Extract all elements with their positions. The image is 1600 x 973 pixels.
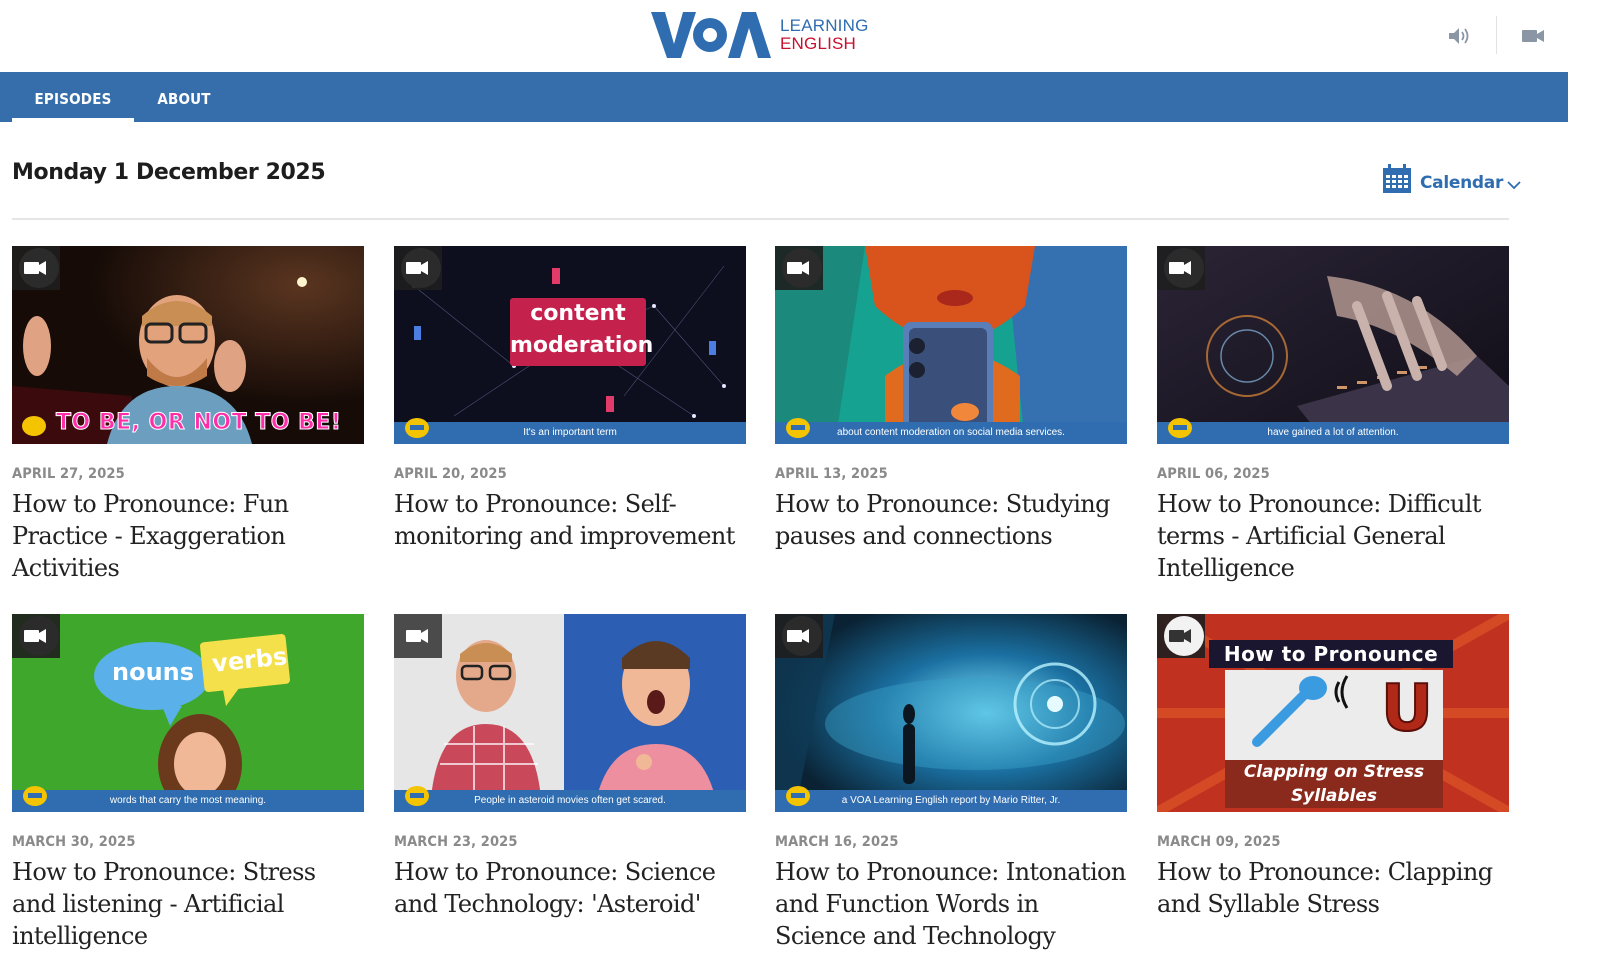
- episode-card[interactable]: How to Pronounce U Clapping on Stress Sy…: [1157, 614, 1509, 920]
- episode-thumbnail[interactable]: a VOA Learning English report by Mario R…: [775, 614, 1127, 812]
- thumbnail-overlay-text: Clapping on Stress Syllables: [1225, 760, 1443, 808]
- episode-date: APRIL 20, 2025: [394, 466, 507, 482]
- episode-title-link[interactable]: How to Pronounce: Intonation and Functio…: [775, 856, 1127, 952]
- episode-card[interactable]: TO BE, OR NOT TO BE! APRIL 27, 2025 How …: [12, 246, 364, 584]
- thumbnail-overlay-text: content moderation: [510, 298, 654, 362]
- date-heading: Monday 1 December 2025: [12, 160, 326, 185]
- logo-line-english: ENGLISH: [780, 34, 857, 53]
- episode-title-link[interactable]: How to Pronounce: Studying pauses and co…: [775, 488, 1127, 552]
- episode-thumbnail[interactable]: How to Pronounce U Clapping on Stress Sy…: [1157, 614, 1509, 812]
- overlay-line-2: Syllables: [1290, 786, 1378, 806]
- thumbnail-overlay-text: How to Pronounce: [1223, 642, 1439, 666]
- episode-title-link[interactable]: How to Pronounce: Stress and listening -…: [12, 856, 364, 952]
- episode-thumbnail[interactable]: nouns verbs words that carry the most me…: [12, 614, 364, 812]
- episode-card[interactable]: People in asteroid movies often get scar…: [394, 614, 746, 920]
- episode-card[interactable]: a VOA Learning English report by Mario R…: [775, 614, 1127, 952]
- episode-title-link[interactable]: How to Pronounce: Science and Technology…: [394, 856, 746, 920]
- video-camera-icon: [12, 614, 60, 658]
- video-camera-icon: [394, 614, 442, 658]
- thumbnail-letter: U: [1380, 671, 1434, 747]
- tab-about[interactable]: ABOUT: [146, 72, 222, 122]
- episode-title-link[interactable]: How to Pronounce: Self-monitoring and im…: [394, 488, 746, 552]
- video-caption-bar: a VOA Learning English report by Mario R…: [775, 790, 1127, 812]
- video-camera-icon: [12, 246, 60, 290]
- episode-thumbnail[interactable]: have gained a lot of attention.: [1157, 246, 1509, 444]
- overlay-line-1: content: [530, 301, 626, 326]
- episode-date: MARCH 23, 2025: [394, 834, 518, 850]
- episode-thumbnail[interactable]: People in asteroid movies often get scar…: [394, 614, 746, 812]
- tab-episodes-label: EPISODES: [34, 90, 112, 108]
- video-caption-bar: about content moderation on social media…: [775, 422, 1127, 444]
- episode-card[interactable]: nouns verbs words that carry the most me…: [12, 614, 364, 952]
- episode-title-link[interactable]: How to Pronounce: Fun Practice - Exagger…: [12, 488, 364, 584]
- voa-learning-english-badge-icon: [786, 418, 810, 438]
- page-right-gutter: [1568, 72, 1600, 973]
- section-nav: EPISODES ABOUT: [0, 72, 1568, 122]
- episode-date: APRIL 06, 2025: [1157, 466, 1270, 482]
- calendar-dropdown[interactable]: Calendar: [1382, 160, 1521, 194]
- voa-logo-mark: [651, 12, 771, 58]
- video-caption-bar: People in asteroid movies often get scar…: [394, 790, 746, 812]
- overlay-line-2: moderation: [510, 333, 654, 358]
- voa-learning-english-badge-icon: [1168, 418, 1192, 438]
- thumbnail-overlay-text: nouns: [112, 658, 195, 686]
- episode-thumbnail[interactable]: content moderation It's an important ter…: [394, 246, 746, 444]
- episode-thumbnail[interactable]: TO BE, OR NOT TO BE!: [12, 246, 364, 444]
- tab-episodes[interactable]: EPISODES: [12, 72, 134, 122]
- calendar-label: Calendar: [1420, 173, 1504, 193]
- episode-date: APRIL 27, 2025: [12, 466, 125, 482]
- video-camera-icon[interactable]: [1520, 25, 1548, 47]
- video-camera-icon: [775, 246, 823, 290]
- speaker-icon[interactable]: [1446, 24, 1472, 48]
- episode-date: APRIL 13, 2025: [775, 466, 888, 482]
- episode-date: MARCH 30, 2025: [12, 834, 136, 850]
- logo-line-learning: LEARNING: [780, 16, 869, 35]
- video-caption-bar: It's an important term: [394, 422, 746, 444]
- video-camera-icon: [1157, 614, 1205, 658]
- episode-title-link[interactable]: How to Pronounce: Clapping and Syllable …: [1157, 856, 1509, 920]
- episode-thumbnail[interactable]: about content moderation on social media…: [775, 246, 1127, 444]
- video-camera-icon: [1157, 246, 1205, 290]
- tab-about-label: ABOUT: [157, 90, 211, 108]
- video-camera-icon: [775, 614, 823, 658]
- logo-wordmark: LEARNING ENGLISH: [780, 17, 869, 53]
- overlay-line-1: Clapping on Stress: [1243, 762, 1425, 782]
- episode-date: MARCH 09, 2025: [1157, 834, 1281, 850]
- video-camera-icon: [394, 246, 442, 290]
- voa-learning-english-logo[interactable]: LEARNING ENGLISH: [651, 10, 869, 60]
- thumbnail-overlay-text: TO BE, OR NOT TO BE!: [55, 410, 342, 436]
- episode-card[interactable]: have gained a lot of attention. APRIL 06…: [1157, 246, 1509, 584]
- episode-title-link[interactable]: How to Pronounce: Difficult terms - Arti…: [1157, 488, 1509, 584]
- episode-card[interactable]: about content moderation on social media…: [775, 246, 1127, 552]
- episode-date: MARCH 16, 2025: [775, 834, 899, 850]
- chevron-down-icon: [1507, 181, 1521, 190]
- video-caption-bar: words that carry the most meaning.: [12, 790, 364, 812]
- video-caption-bar: have gained a lot of attention.: [1157, 422, 1509, 444]
- voa-learning-english-badge-icon: [405, 786, 429, 806]
- episode-card[interactable]: content moderation It's an important ter…: [394, 246, 746, 552]
- voa-learning-english-badge-icon: [405, 418, 429, 438]
- calendar-icon: [1383, 164, 1411, 193]
- header-divider: [1496, 16, 1497, 54]
- voa-learning-english-badge-icon: [23, 786, 47, 806]
- voa-learning-english-badge-icon: [786, 786, 810, 806]
- site-header: LEARNING ENGLISH: [0, 0, 1600, 72]
- date-divider: [12, 218, 1509, 220]
